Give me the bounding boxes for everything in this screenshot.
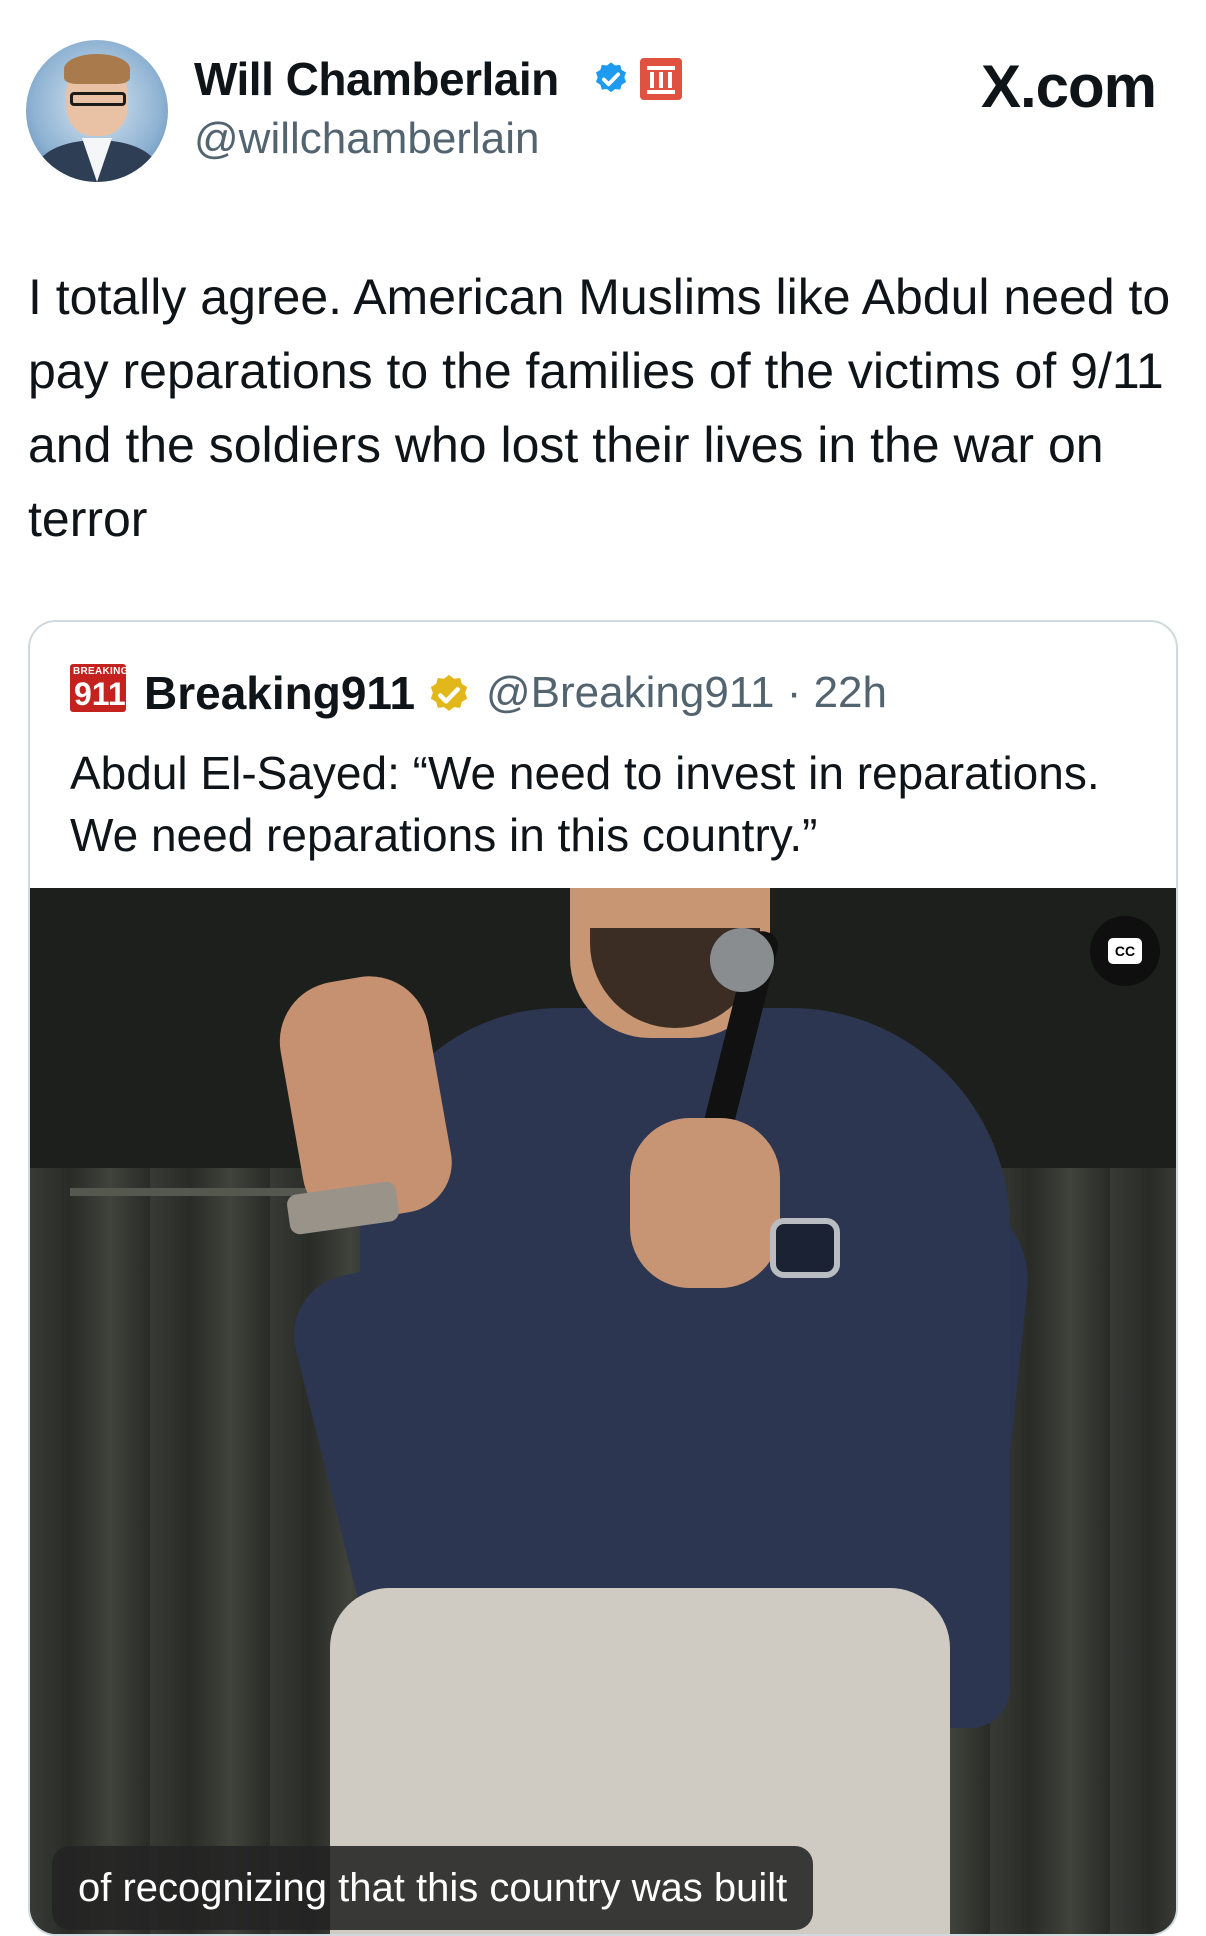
closed-captions-button[interactable]: CC (1090, 916, 1160, 986)
video-speaker-right-hand (630, 1118, 780, 1288)
logo-big-text: 911 (74, 676, 126, 712)
government-columns-icon (640, 58, 682, 100)
author-avatar[interactable] (26, 40, 168, 182)
author-name[interactable]: Will Chamberlain (194, 52, 559, 106)
video-player[interactable]: CC of recognizing that this country was … (30, 888, 1176, 1934)
video-speaker-watch (770, 1218, 840, 1278)
quoted-tweet[interactable]: BREAKING 911 Breaking911 @Breaking911 · … (28, 620, 1178, 1936)
blue-verified-icon (595, 62, 627, 93)
tweet-header: Will Chamberlain @willchamberlain X.com (0, 0, 1206, 200)
video-caption: of recognizing that this country was bui… (52, 1846, 814, 1930)
tweet-text: I totally agree. American Muslims like A… (28, 269, 1171, 547)
author-handle[interactable]: @willchamberlain (194, 114, 539, 164)
avatar-hair (64, 54, 130, 84)
cc-icon: CC (1108, 938, 1142, 964)
quote-text: Abdul El-Sayed: “We need to invest in re… (70, 747, 1100, 861)
brand-watermark: X.com (980, 53, 1157, 120)
video-microphone-head (710, 928, 774, 992)
breaking911-logo[interactable]: BREAKING 911 (70, 664, 128, 712)
avatar-glasses (70, 92, 126, 106)
quote-handle-time[interactable]: @Breaking911 · 22h (486, 668, 887, 718)
quote-author-name[interactable]: Breaking911 (144, 666, 415, 720)
gold-verified-icon (430, 674, 468, 711)
